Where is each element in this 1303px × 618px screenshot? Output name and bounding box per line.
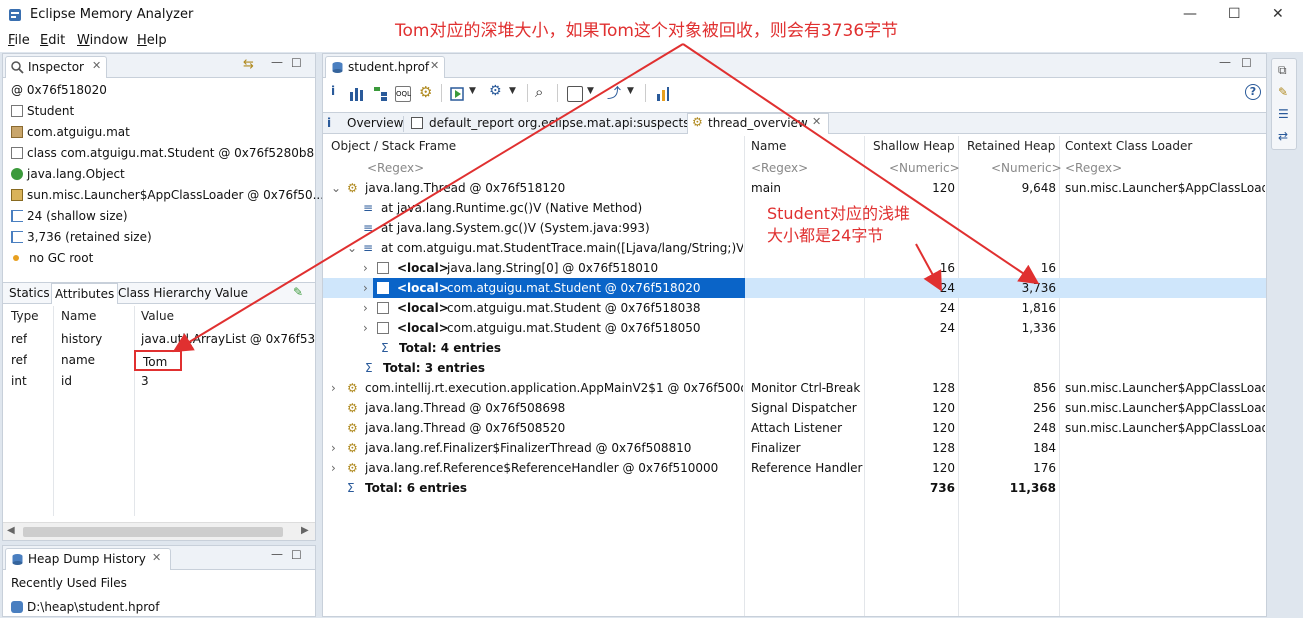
annotation-right: Student对应的浅堆 大小都是24字节 — [767, 204, 910, 245]
arrow-to-tom — [172, 43, 684, 353]
annotation-arrows — [172, 43, 1040, 353]
arrow-to-shallow — [915, 243, 942, 292]
annotation-top: Tom对应的深堆大小，如果Tom这个对象被回收，则会有3736字节 — [393, 16, 901, 41]
